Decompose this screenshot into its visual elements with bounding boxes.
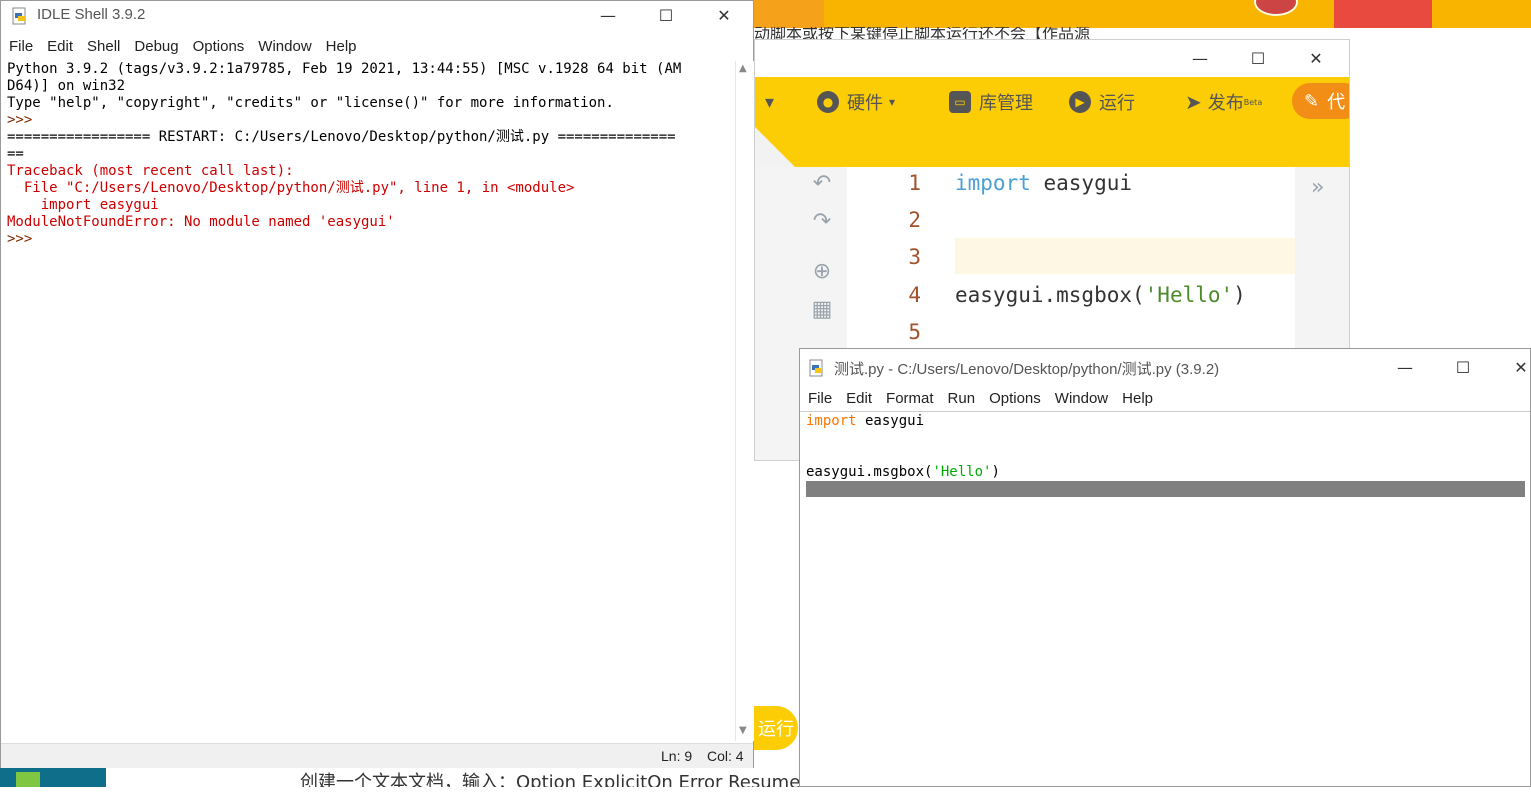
zoom-in-icon[interactable]: ⊕	[809, 259, 835, 285]
editor-close-button[interactable]: ✕	[1492, 349, 1531, 385]
line-number: 5	[908, 320, 921, 344]
idle-editor-window: 测试.py - C:/Users/Lenovo/Desktop/python/测…	[799, 348, 1531, 787]
menu-debug[interactable]: Debug	[134, 38, 178, 55]
shell-menubar: File Edit Shell Debug Options Window Hel…	[1, 31, 753, 61]
editor-titlebar: 测试.py - C:/Users/Lenovo/Desktop/python/测…	[800, 349, 1530, 385]
toolbar-hardware-button[interactable]: ● 硬件 ▾	[817, 77, 895, 127]
line-number: 4	[908, 283, 921, 307]
toolbar-run-button[interactable]: ▶ 运行	[1069, 77, 1135, 127]
shell-line: Python 3.9.2 (tags/v3.9.2:1a79785, Feb 1…	[7, 61, 682, 77]
menu-window[interactable]: Window	[1055, 390, 1108, 407]
shell-statusbar: Ln: 9 Col: 4	[1, 743, 753, 768]
editor-menubar: File Edit Format Run Options Window Help	[800, 385, 1530, 411]
editor-maximize-button[interactable]: ☐	[1434, 349, 1492, 385]
toolbar-library-button[interactable]: ▭ 库管理	[949, 77, 1033, 127]
scroll-down-icon[interactable]: ▼	[739, 725, 747, 736]
mixly-titlebar: — ☐ ✕	[755, 40, 1349, 77]
pencil-icon: ✎	[1304, 90, 1320, 112]
library-icon: ▭	[949, 91, 971, 113]
banner-orange-block	[754, 0, 824, 28]
menu-edit[interactable]: Edit	[47, 38, 73, 55]
chevron-down-icon: ▾	[889, 95, 896, 109]
code-line-1: import easygui	[955, 171, 1133, 195]
play-icon: ▶	[1069, 91, 1091, 113]
mixly-minimize-button[interactable]: —	[1171, 40, 1229, 76]
mixly-run-pill-button[interactable]: 运行	[754, 706, 798, 750]
banner-red-block	[1334, 0, 1432, 28]
menu-run[interactable]: Run	[948, 390, 976, 407]
python-file-icon	[809, 359, 823, 377]
shell-minimize-button[interactable]: —	[579, 0, 637, 33]
line-number: 3	[908, 245, 921, 269]
mixly-close-button[interactable]: ✕	[1287, 40, 1345, 76]
code-line-4: easygui.msgbox('Hello')	[806, 464, 1000, 480]
editor-minimize-button[interactable]: —	[1376, 349, 1434, 385]
menu-options[interactable]: Options	[989, 390, 1041, 407]
mixly-toolbar: ▾ ● 硬件 ▾ ▭ 库管理 ▶ 运行 ➤ 发布 Beta ✎ 代	[755, 77, 1349, 127]
idle-shell-window: IDLE Shell 3.9.2 — ☐ ✕ File Edit Shell D…	[0, 0, 754, 768]
editor-title: 测试.py - C:/Users/Lenovo/Desktop/python/测…	[834, 361, 1220, 378]
paper-plane-icon: ➤	[1185, 90, 1202, 114]
shell-prompt: >>>	[7, 112, 41, 128]
scroll-up-icon[interactable]: ▲	[739, 63, 747, 74]
menu-help[interactable]: Help	[326, 38, 357, 55]
chart-icon[interactable]: ▦	[809, 297, 835, 323]
toolbar-code-button[interactable]: ✎ 代	[1292, 83, 1349, 119]
shell-vertical-scrollbar[interactable]: ▲ ▼	[735, 61, 754, 741]
traceback-line: import easygui	[7, 197, 159, 213]
traceback-line: Traceback (most recent call last):	[7, 163, 294, 179]
shell-restart-line: ================= RESTART: C:/Users/Leno…	[7, 129, 676, 145]
status-column-number: Col: 4	[707, 748, 744, 764]
undo-icon[interactable]: ↶	[809, 171, 835, 197]
toolbar-dropdown-caret[interactable]: ▾	[765, 77, 774, 127]
error-message: ModuleNotFoundError: No module named 'ea…	[7, 214, 395, 230]
traceback-line: File "C:/Users/Lenovo/Desktop/python/测试.…	[7, 180, 575, 196]
double-chevron-right-icon[interactable]: »	[1311, 175, 1324, 200]
line-number: 2	[908, 208, 921, 232]
menu-file[interactable]: File	[808, 390, 832, 407]
redo-icon[interactable]: ↷	[809, 209, 835, 235]
shell-close-button[interactable]: ✕	[695, 0, 753, 33]
shell-titlebar: IDLE Shell 3.9.2 — ☐ ✕	[1, 1, 753, 31]
shell-line: Type "help", "copyright", "credits" or "…	[7, 95, 614, 111]
background-top-banner	[754, 0, 1531, 28]
shell-prompt: >>>	[7, 231, 41, 247]
shell-line: ==	[7, 146, 24, 162]
banner-avatar-icon	[1254, 0, 1298, 16]
background-article-bottom-text: 创建一个文本文档，输入：Option ExplicitOn Error Resu…	[300, 772, 800, 787]
menu-file[interactable]: File	[9, 38, 33, 55]
hardware-icon: ●	[817, 91, 839, 113]
mixly-tab-strip	[755, 127, 1349, 167]
code-line-1: import easygui	[806, 413, 925, 429]
shell-line: D64)] on win32	[7, 78, 126, 94]
shell-maximize-button[interactable]: ☐	[637, 0, 695, 33]
code-line-4: easygui.msgbox('Hello')	[955, 283, 1246, 307]
toolbar-publish-button[interactable]: ➤ 发布 Beta	[1185, 77, 1262, 127]
python-file-icon	[12, 7, 26, 25]
menu-window[interactable]: Window	[258, 38, 311, 55]
mixly-maximize-button[interactable]: ☐	[1229, 40, 1287, 76]
menu-shell[interactable]: Shell	[87, 38, 120, 55]
line-number: 1	[908, 171, 921, 195]
status-line-number: Ln: 9	[661, 748, 693, 764]
menu-options[interactable]: Options	[193, 38, 245, 55]
shell-title: IDLE Shell 3.9.2	[37, 6, 146, 23]
menu-format[interactable]: Format	[886, 390, 934, 407]
menu-help[interactable]: Help	[1122, 390, 1153, 407]
shell-output[interactable]: Python 3.9.2 (tags/v3.9.2:1a79785, Feb 1…	[7, 61, 733, 741]
menu-edit[interactable]: Edit	[846, 390, 872, 407]
editor-code-area[interactable]: import easygui easygui.msgbox('Hello')	[806, 413, 1526, 793]
taskbar-app-icon[interactable]	[0, 767, 106, 787]
